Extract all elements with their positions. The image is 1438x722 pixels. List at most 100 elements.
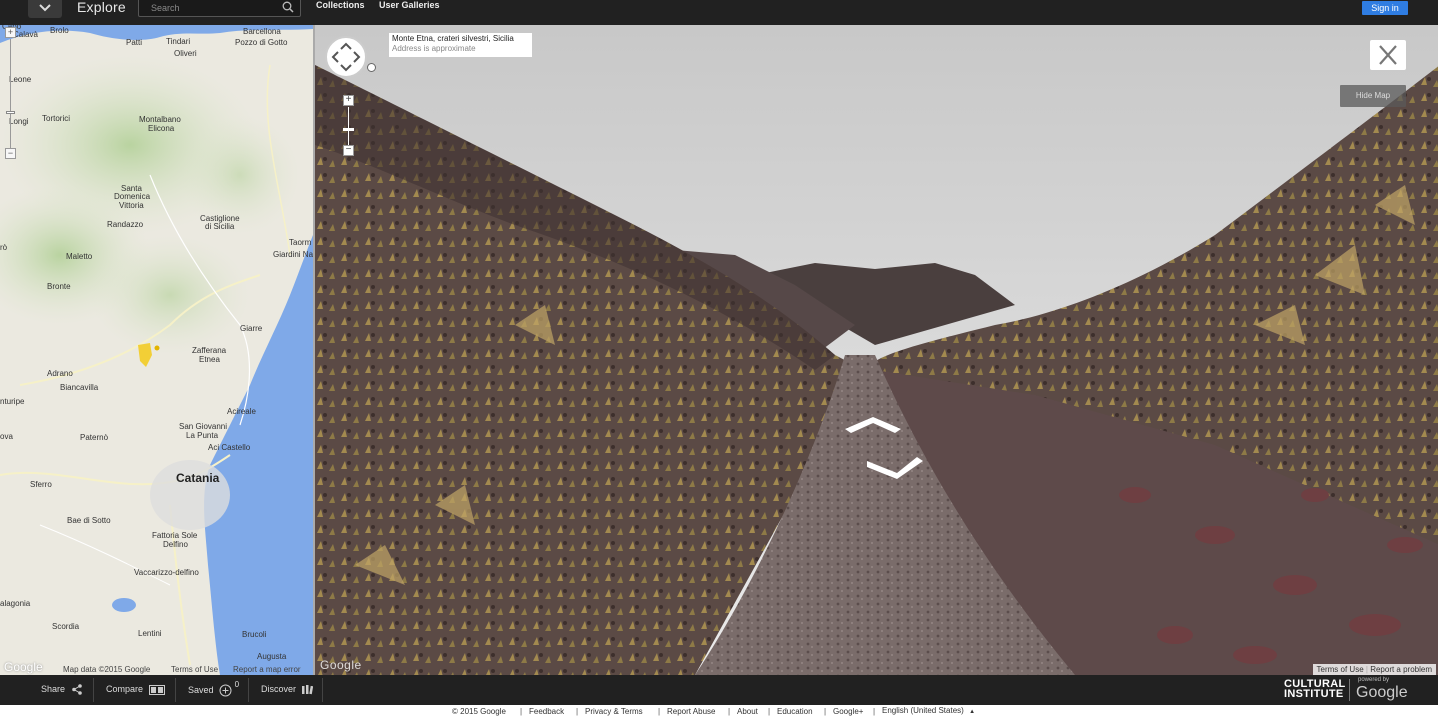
ci-line2: INSTITUTE bbox=[1284, 688, 1344, 700]
search-input[interactable] bbox=[151, 2, 279, 14]
share-icon bbox=[71, 684, 82, 695]
footer-sep: | bbox=[658, 707, 661, 716]
google-logo: Google bbox=[1356, 684, 1408, 701]
map-zoom-control[interactable]: + − bbox=[5, 27, 17, 159]
sv-zoom-track[interactable] bbox=[348, 107, 349, 145]
footer-feedback[interactable]: Feedback bbox=[529, 707, 564, 716]
sv-zoom-handle[interactable] bbox=[343, 128, 354, 131]
bottom-toolbar: Share Compare Saved 0 Discover CULTURAL … bbox=[0, 675, 1438, 705]
compass-control[interactable] bbox=[325, 36, 367, 78]
footer-sep: | bbox=[768, 707, 771, 716]
map-place-label: Giarre bbox=[240, 324, 263, 333]
map-place-label: Oliveri bbox=[174, 49, 197, 58]
chevron-down-icon bbox=[39, 4, 51, 12]
address-title: Monte Etna, crateri silvestri, Sicilia bbox=[392, 34, 514, 43]
sv-zoom-in-button[interactable]: + bbox=[343, 95, 354, 106]
nav-user-galleries[interactable]: User Galleries bbox=[379, 0, 440, 10]
map-zoom-out-button[interactable]: − bbox=[5, 148, 16, 159]
map-report-link[interactable]: Report a map error bbox=[233, 665, 301, 674]
divider bbox=[1349, 679, 1350, 701]
footer-about[interactable]: About bbox=[737, 707, 758, 716]
map-zoom-in-button[interactable]: + bbox=[5, 27, 16, 38]
footer-education[interactable]: Education bbox=[777, 707, 813, 716]
map-place-label: rò bbox=[0, 243, 8, 252]
footer-privacy[interactable]: Privacy & Terms bbox=[585, 707, 643, 716]
search-box[interactable] bbox=[138, 0, 301, 17]
caret-up-icon: ▲ bbox=[969, 709, 976, 715]
compare-icon bbox=[148, 684, 165, 695]
map-footer: Google Map data ©2015 Google Terms of Us… bbox=[0, 660, 313, 675]
nav-collections[interactable]: Collections bbox=[316, 0, 365, 10]
sv-google-logo: Google bbox=[320, 658, 362, 672]
map-place-label: Pozzo di Gotto bbox=[235, 38, 288, 47]
map-place-label: Augusta bbox=[257, 652, 287, 661]
close-button[interactable] bbox=[1370, 40, 1406, 70]
map-terms-link[interactable]: Terms of Use bbox=[171, 665, 218, 674]
map-place-label: alagonia bbox=[0, 599, 31, 608]
sign-in-button[interactable]: Sign in bbox=[1362, 1, 1408, 15]
address-box: Monte Etna, crateri silvestri, Sicilia A… bbox=[389, 33, 532, 57]
footer-report-abuse[interactable]: Report Abuse bbox=[667, 707, 715, 716]
map-place-label: Lentini bbox=[138, 629, 162, 638]
discover-icon bbox=[301, 684, 313, 694]
sv-footer: Terms of Use | Report a problem bbox=[1312, 664, 1436, 675]
share-button[interactable]: Share bbox=[41, 684, 83, 695]
map-place-label: Vittoria bbox=[119, 201, 144, 210]
map-place-label: Tindari bbox=[166, 37, 191, 46]
language-label: English (United States) bbox=[882, 706, 964, 715]
map-place-label: Fattoria Sole bbox=[152, 531, 198, 540]
saved-button[interactable]: Saved 0 bbox=[188, 680, 239, 697]
footer-sep: | bbox=[576, 707, 579, 716]
map-place-label: Maletto bbox=[66, 252, 93, 261]
rotate-icon[interactable] bbox=[367, 63, 376, 72]
pan-arrows-icon bbox=[331, 42, 361, 72]
map-place-label: Tortorici bbox=[42, 114, 71, 123]
map-zoom-track[interactable] bbox=[10, 39, 11, 149]
map-place-label: Bae di Sotto bbox=[67, 516, 111, 525]
discover-button[interactable]: Discover bbox=[261, 684, 313, 695]
map-place-label: Etnea bbox=[199, 355, 220, 364]
map-place-label: Catania bbox=[176, 471, 220, 485]
map-place-label: Sferro bbox=[30, 480, 52, 489]
map-place-label: Adrano bbox=[47, 369, 73, 378]
map-place-label: ova bbox=[0, 432, 13, 441]
map-panel[interactable]: CapoCalavàBroloBarcellonaPozzo di GottoP… bbox=[0, 25, 313, 675]
page-footer: © 2015 Google | Feedback | Privacy & Ter… bbox=[0, 705, 1438, 722]
map-place-label: Paternò bbox=[80, 433, 109, 442]
powered-by-text: powered by bbox=[1358, 677, 1390, 683]
compare-label: Compare bbox=[106, 684, 144, 694]
map-zoom-handle[interactable] bbox=[6, 111, 15, 114]
discover-label: Discover bbox=[261, 684, 297, 694]
map-place-label: San Giovanni bbox=[179, 422, 228, 431]
compare-button[interactable]: Compare bbox=[106, 684, 165, 695]
close-icon bbox=[1379, 45, 1397, 65]
saved-label: Saved bbox=[188, 684, 214, 695]
sv-terms-link[interactable]: Terms of Use bbox=[1317, 665, 1364, 674]
street-view-image bbox=[315, 25, 1438, 675]
footer-sep: | bbox=[824, 707, 827, 716]
map-place-label: Bronte bbox=[47, 282, 71, 291]
divider bbox=[93, 678, 94, 702]
map-place-label: Brolo bbox=[50, 26, 69, 35]
map-place-label: Patti bbox=[126, 38, 143, 47]
app-title: Explore bbox=[77, 0, 126, 15]
map-place-label: Brucoli bbox=[242, 630, 267, 639]
map-place-label: Zafferana bbox=[192, 346, 227, 355]
footer-sep: | bbox=[520, 707, 523, 716]
sv-report-link[interactable]: Report a problem bbox=[1370, 665, 1432, 674]
street-view-panel[interactable]: + − Monte Etna, crateri silvestri, Sicil… bbox=[313, 25, 1438, 675]
map-place-label: Taorm bbox=[289, 238, 312, 247]
footer-sep: | bbox=[873, 707, 876, 716]
hide-map-button[interactable]: Hide Map bbox=[1340, 85, 1406, 107]
footer-googleplus[interactable]: Google+ bbox=[833, 707, 863, 716]
map-google-logo: Google bbox=[4, 660, 43, 674]
map-place-label: Randazzo bbox=[107, 220, 144, 229]
map-place-label: Giardini Na bbox=[273, 250, 313, 259]
footer-language-select[interactable]: English (United States) ▲ bbox=[882, 706, 975, 715]
sv-zoom-control[interactable]: + − bbox=[343, 95, 354, 157]
share-label: Share bbox=[41, 684, 66, 694]
add-circle-icon bbox=[219, 684, 232, 697]
menu-dropdown-button[interactable] bbox=[28, 0, 62, 18]
sv-zoom-out-button[interactable]: − bbox=[343, 145, 354, 156]
search-icon[interactable] bbox=[282, 1, 294, 13]
